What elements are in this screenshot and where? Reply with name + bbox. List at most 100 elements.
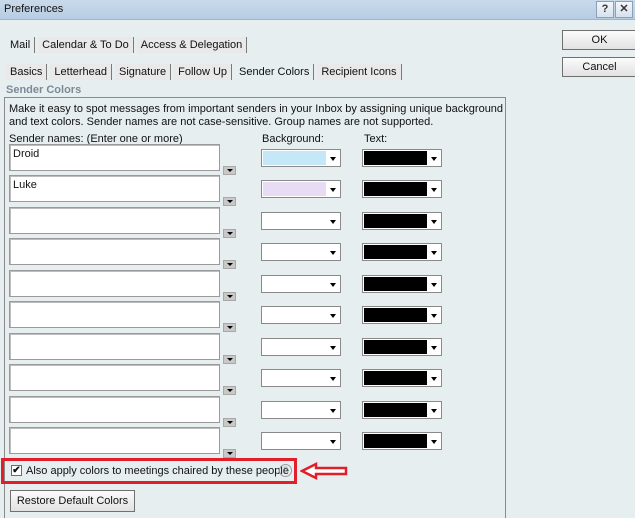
tab-basics[interactable]: Basics (6, 64, 48, 80)
text-color-select[interactable] (362, 369, 442, 387)
background-color-select[interactable] (261, 369, 341, 387)
background-color-select[interactable] (261, 338, 341, 356)
text-swatch (364, 308, 427, 322)
background-swatch (263, 308, 326, 322)
text-color-select[interactable] (362, 306, 442, 324)
help-button[interactable]: ? (596, 1, 614, 18)
background-color-select[interactable] (261, 432, 341, 450)
sender-row (0, 301, 500, 332)
address-picker-button[interactable] (223, 386, 236, 395)
tab-signature[interactable]: Signature (115, 64, 172, 80)
chevron-down-icon (327, 244, 340, 260)
tab-recipient-icons[interactable]: Recipient Icons (317, 64, 402, 80)
background-swatch (263, 245, 326, 259)
text-color-select[interactable] (362, 275, 442, 293)
text-swatch (364, 182, 427, 196)
background-swatch (263, 151, 326, 165)
chevron-down-icon (428, 244, 441, 260)
chevron-down-icon (327, 181, 340, 197)
sender-row (0, 364, 500, 395)
sender-row (0, 396, 500, 427)
background-swatch (263, 371, 326, 385)
apply-meetings-label[interactable]: Also apply colors to meetings chaired by… (26, 465, 289, 477)
text-color-select[interactable] (362, 149, 442, 167)
address-picker-button[interactable] (223, 418, 236, 427)
tab-sender-colors[interactable]: Sender Colors (235, 64, 315, 80)
apply-meetings-checkbox[interactable]: ✔ (11, 465, 22, 476)
close-icon: ✕ (619, 3, 629, 15)
text-swatch (364, 214, 427, 228)
background-swatch (263, 403, 326, 417)
sender-name-input[interactable] (9, 301, 220, 328)
tab-mail[interactable]: Mail (6, 37, 36, 53)
sender-name-input[interactable] (9, 270, 220, 297)
chevron-down-icon (428, 433, 441, 449)
sender-row (0, 333, 500, 364)
text-color-select[interactable] (362, 432, 442, 450)
sender-name-input[interactable] (9, 364, 220, 391)
restore-default-colors-button[interactable]: Restore Default Colors (10, 490, 135, 512)
sender-row: Luke (0, 175, 500, 206)
address-picker-button[interactable] (223, 355, 236, 364)
text-color-select[interactable] (362, 180, 442, 198)
sender-row (0, 270, 500, 301)
text-swatch (364, 371, 427, 385)
tab-calendar-todo[interactable]: Calendar & To Do (38, 37, 134, 53)
address-picker-button[interactable] (223, 260, 236, 269)
sender-name-input[interactable] (9, 396, 220, 423)
address-picker-button[interactable] (223, 166, 236, 175)
sender-name-input[interactable]: Droid (9, 144, 220, 171)
chevron-down-icon (428, 370, 441, 386)
background-color-select[interactable] (261, 243, 341, 261)
text-color-select[interactable] (362, 212, 442, 230)
sub-tab-bar: Basics Letterhead Signature Follow Up Se… (6, 64, 405, 80)
sender-row: Droid (0, 144, 500, 175)
chevron-down-icon (327, 370, 340, 386)
text-color-select[interactable] (362, 338, 442, 356)
background-color-select[interactable] (261, 212, 341, 230)
sender-name-input[interactable]: Luke (9, 175, 220, 202)
ok-button[interactable]: OK (562, 30, 635, 50)
chevron-down-icon (428, 150, 441, 166)
address-picker-button[interactable] (223, 197, 236, 206)
close-button[interactable]: ✕ (615, 1, 633, 18)
top-tab-bar: Mail Calendar & To Do Access & Delegatio… (6, 37, 250, 53)
background-swatch (263, 214, 326, 228)
text-swatch (364, 245, 427, 259)
chevron-down-icon (327, 402, 340, 418)
checkmark-icon: ✔ (12, 465, 21, 476)
background-swatch (263, 277, 326, 291)
help-circle-icon[interactable]: ? (279, 464, 292, 477)
address-picker-button[interactable] (223, 449, 236, 458)
tab-follow-up[interactable]: Follow Up (174, 64, 233, 80)
text-color-select[interactable] (362, 243, 442, 261)
sender-name-input[interactable] (9, 333, 220, 360)
title-bar: Preferences ? ✕ (0, 0, 635, 20)
background-color-select[interactable] (261, 306, 341, 324)
cancel-button[interactable]: Cancel (562, 57, 635, 77)
background-color-select[interactable] (261, 401, 341, 419)
address-picker-button[interactable] (223, 292, 236, 301)
chevron-down-icon (428, 181, 441, 197)
background-swatch (263, 182, 326, 196)
chevron-down-icon (327, 213, 340, 229)
address-picker-button[interactable] (223, 229, 236, 238)
tab-letterhead[interactable]: Letterhead (50, 64, 113, 80)
chevron-down-icon (428, 402, 441, 418)
background-swatch (263, 340, 326, 354)
text-color-select[interactable] (362, 401, 442, 419)
sender-name-input[interactable] (9, 207, 220, 234)
chevron-down-icon (428, 276, 441, 292)
sender-name-input[interactable] (9, 238, 220, 265)
section-title: Sender Colors (6, 84, 82, 96)
address-picker-button[interactable] (223, 323, 236, 332)
background-color-select[interactable] (261, 275, 341, 293)
background-swatch (263, 434, 326, 448)
sender-row (0, 207, 500, 238)
background-color-select[interactable] (261, 149, 341, 167)
text-swatch (364, 340, 427, 354)
tab-access-delegation[interactable]: Access & Delegation (136, 37, 248, 53)
sender-name-input[interactable] (9, 427, 220, 454)
background-color-select[interactable] (261, 180, 341, 198)
text-swatch (364, 434, 427, 448)
